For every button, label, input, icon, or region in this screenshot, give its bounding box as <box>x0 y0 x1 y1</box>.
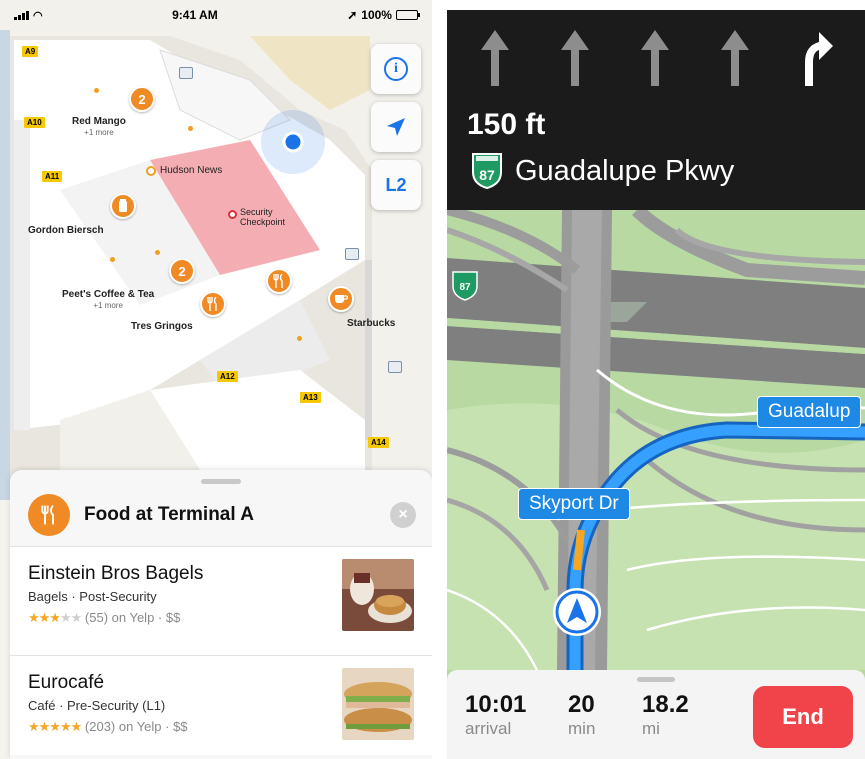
maneuver-street: 87 Guadalupe Pkwy <box>469 152 734 190</box>
location-services-icon: ➚ <box>347 8 358 22</box>
review-count: (203) on Yelp · $$ <box>84 719 188 734</box>
poi-peets[interactable]: Peet's Coffee & Tea +1 more <box>62 289 154 311</box>
cluster-pin[interactable]: 2 <box>129 86 155 112</box>
status-bar: ◠ 9:41 AM ➚ 100% <box>0 0 432 30</box>
gate-label[interactable]: A9 <box>22 46 39 57</box>
gate-label[interactable]: A11 <box>42 171 63 182</box>
map-controls: i L2 <box>371 44 421 210</box>
star-rating-icon: ★★★★★ <box>28 719 82 734</box>
indoor-maps-screen: ◠ 9:41 AM ➚ 100% A9 A10 A11 A12 A13 A14 … <box>0 0 432 759</box>
trip-summary-bar[interactable]: 10:01 arrival 20 min 18.2 mi End <box>447 670 865 759</box>
info-icon: i <box>384 57 408 81</box>
transit-icon <box>179 67 193 79</box>
close-button[interactable]: × <box>390 502 416 528</box>
cup-icon <box>119 199 127 212</box>
list-item[interactable]: Einstein Bros Bagels Bagels · Post-Secur… <box>10 547 432 655</box>
panel-divider <box>432 0 447 759</box>
food-category-icon <box>28 494 70 536</box>
turn-guidance-banner[interactable]: 150 ft 87 Guadalupe Pkwy <box>447 10 865 210</box>
end-route-button[interactable]: End <box>753 686 853 748</box>
distance-stat: 18.2 mi <box>642 692 689 740</box>
arrival-stat: 10:01 arrival <box>465 692 526 740</box>
location-arrow-icon <box>387 118 405 136</box>
route-shield-icon: 87 <box>472 153 502 190</box>
fork-knife-icon <box>273 274 283 288</box>
result-photo[interactable] <box>342 668 414 740</box>
track-location-button[interactable] <box>371 102 421 152</box>
coffee-cup-icon <box>335 295 348 303</box>
poi-red-mango[interactable]: Red Mango +1 more <box>72 116 126 138</box>
review-count: (55) on Yelp · $$ <box>84 610 181 625</box>
star-rating-icon: ★★★ <box>28 610 61 625</box>
restroom-icon <box>388 361 402 373</box>
transit-icon <box>345 248 359 260</box>
poi-starbucks[interactable]: Starbucks <box>347 318 395 329</box>
straight-lane-arrow-icon <box>561 30 589 86</box>
highway-shield-number: 87 <box>459 282 471 293</box>
distance-label: mi <box>642 719 660 738</box>
turn-right-lane-arrow-icon <box>805 32 833 86</box>
terminal-map[interactable] <box>0 0 432 500</box>
status-time: 9:41 AM <box>172 8 218 22</box>
drink-pin[interactable] <box>110 193 136 219</box>
poi-hudson-news[interactable]: Hudson News <box>146 165 222 176</box>
result-photo[interactable] <box>342 559 414 631</box>
poi-dot[interactable] <box>110 257 115 262</box>
poi-dot[interactable] <box>297 336 302 341</box>
duration-value: 20 <box>568 691 595 718</box>
gate-label[interactable]: A12 <box>217 371 238 382</box>
food-pin[interactable] <box>266 268 292 294</box>
next-street-name: Guadalupe Pkwy <box>515 154 735 187</box>
poi-dot[interactable] <box>188 126 193 131</box>
straight-lane-arrow-icon <box>721 30 749 86</box>
route-shield-number: 87 <box>479 167 495 183</box>
security-icon <box>228 210 237 219</box>
gate-label[interactable]: A14 <box>368 437 389 448</box>
food-pin[interactable] <box>200 291 226 317</box>
battery-percent: 100% <box>361 8 392 22</box>
arrival-time: 10:01 <box>465 691 527 718</box>
wifi-icon: ◠ <box>33 9 43 22</box>
arrival-label: arrival <box>465 719 512 738</box>
fork-knife-icon <box>207 297 217 311</box>
cluster-pin[interactable]: 2 <box>169 258 195 284</box>
shop-icon <box>146 165 156 176</box>
lane-guidance <box>477 28 833 88</box>
sheet-title: Food at Terminal A <box>84 504 254 525</box>
results-sheet[interactable]: Food at Terminal A × Einstein Bros Bagel… <box>10 470 432 759</box>
gate-label[interactable]: A13 <box>300 392 321 403</box>
sheet-header: Food at Terminal A × <box>10 484 432 546</box>
poi-security-checkpoint[interactable]: Security Checkpoint <box>228 207 290 227</box>
gate-label[interactable]: A10 <box>24 117 45 128</box>
straight-lane-arrow-icon <box>641 30 669 86</box>
floor-selector-button[interactable]: L2 <box>371 160 421 210</box>
road-label-guadalupe[interactable]: Guadalup <box>757 396 862 428</box>
navigation-screen: 150 ft 87 Guadalupe Pkwy 87 Skyport Dr G… <box>447 10 865 759</box>
distance-value: 18.2 <box>642 691 689 718</box>
coffee-pin[interactable] <box>328 286 354 312</box>
poi-tres-gringos[interactable]: Tres Gringos <box>131 321 193 332</box>
list-item[interactable]: Eurocafé Café · Pre-Security (L1) ★★★★★ … <box>10 655 432 755</box>
poi-dot[interactable] <box>155 250 160 255</box>
maneuver-distance: 150 ft <box>467 108 546 141</box>
battery-icon <box>395 10 420 20</box>
result-list: Einstein Bros Bagels Bagels · Post-Secur… <box>10 546 432 755</box>
straight-lane-arrow-icon <box>481 30 509 86</box>
navigation-map[interactable]: 87 <box>447 210 865 670</box>
poi-gordon-biersch[interactable]: Gordon Biersch <box>28 225 104 236</box>
signal-icon <box>14 10 29 20</box>
star-rating-empty-icon: ★★ <box>59 610 82 625</box>
poi-dot[interactable] <box>94 88 99 93</box>
trip-grabber[interactable] <box>637 677 675 682</box>
road-label-skyport[interactable]: Skyport Dr <box>518 488 630 520</box>
duration-stat: 20 min <box>568 692 595 740</box>
duration-label: min <box>568 719 596 738</box>
info-button[interactable]: i <box>371 44 421 94</box>
